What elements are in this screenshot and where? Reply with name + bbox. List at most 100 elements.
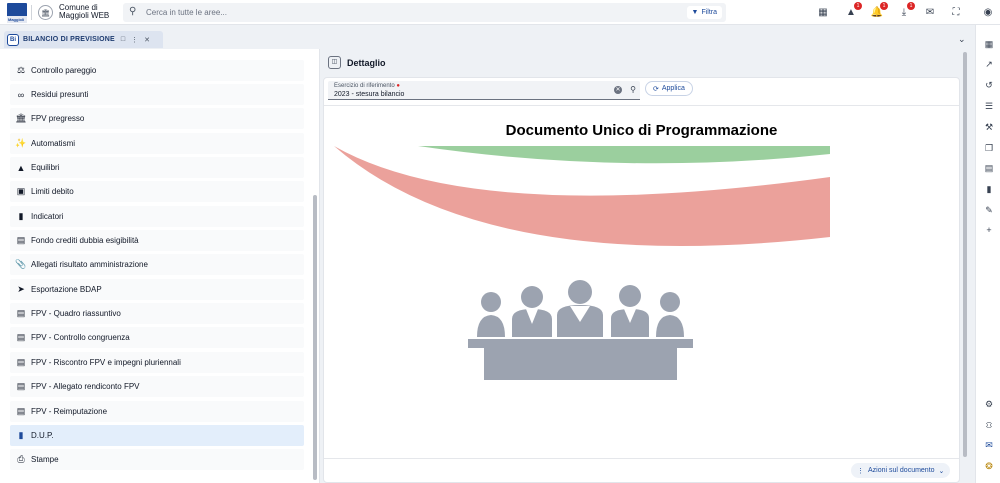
apply-button[interactable]: ⟳ Applica (645, 81, 693, 96)
dashboard-icon[interactable]: ▦ (815, 5, 831, 20)
menu-item-indicatori[interactable]: ▮ Indicatori (10, 206, 304, 227)
books-icon[interactable]: ▦ (982, 37, 996, 51)
menu-item-label: Stampe (31, 455, 59, 464)
module-icon: Bi (7, 33, 19, 46)
card-icon: ▤ (16, 235, 26, 245)
notes-icon[interactable]: ▤ (982, 161, 996, 175)
card-icon: ▤ (16, 406, 26, 416)
menu-item-equilibri[interactable]: ▲ Equilibri (10, 157, 304, 178)
document-actions-label: Azioni sul documento (868, 467, 935, 474)
trend-icon[interactable]: ↗ (982, 57, 996, 71)
menu-item-fpv-allegato[interactable]: ▤ FPV - Allegato rendiconto FPV (10, 376, 304, 397)
warning-icon[interactable]: ▲ 1 (843, 2, 862, 20)
divider (324, 105, 959, 106)
panel-toggle-icon[interactable]: ◫ (328, 56, 341, 69)
mail-icon[interactable]: ✉ (922, 5, 938, 20)
sidebar-menu: ⚖ Controllo pareggio ∞ Residui presunti 🏛 F… (0, 49, 320, 483)
menu-item-label: FPV pregresso (31, 114, 85, 123)
pin-icon[interactable]: □ (121, 36, 125, 43)
sidebar-scrollbar[interactable] (313, 195, 317, 480)
municipality-name[interactable]: Comune di Maggioli WEB (59, 4, 109, 20)
apply-label: Applica (661, 85, 685, 92)
global-search[interactable]: ⚲ Cerca in tutte le aree... ▼ Filtra (123, 3, 726, 22)
menu-item-fpv-pregresso[interactable]: 🏛 FPV pregresso (10, 108, 304, 129)
municipality-icon[interactable]: 🏛 (38, 5, 53, 20)
menu-item-stampe[interactable]: ⎙ Stampe (10, 449, 304, 470)
filter-icon: ▼ (691, 9, 699, 16)
document-title: Documento Unico di Programmazione (505, 122, 778, 139)
card-icon: ▤ (16, 308, 26, 318)
logo-text: Maggioli (8, 17, 25, 22)
menu-item-label: FPV - Quadro riassuntivo (31, 309, 121, 318)
gear-icon[interactable]: ⚙ (982, 397, 996, 411)
history-icon[interactable]: ↺ (982, 78, 996, 92)
divider (324, 458, 959, 459)
magic-wand-icon: ✨ (15, 138, 27, 148)
detail-panel: ◫ Dettaglio Esercizio di riferimento ● 2… (321, 49, 971, 483)
chevron-down-icon[interactable]: ⌄ (958, 34, 966, 45)
esercizio-label: Esercizio di riferimento ● (334, 83, 400, 89)
scale-icon: ⚖ (16, 65, 26, 75)
accessibility-icon[interactable]: ⛻ (982, 418, 996, 432)
menu-item-controllo-pareggio[interactable]: ⚖ Controllo pareggio (10, 60, 304, 81)
bell-icon[interactable]: 🔔 1 (869, 2, 888, 20)
menu-item-dup[interactable]: ▮ D.U.P. (10, 425, 304, 446)
paperclip-icon: 📎 (15, 259, 27, 269)
esercizio-field[interactable]: Esercizio di riferimento ● 2023 - stesur… (328, 81, 640, 100)
support-icon[interactable]: ❂ (982, 459, 996, 473)
clear-icon[interactable]: ✕ (614, 86, 622, 94)
menu-item-label: D.U.P. (31, 431, 54, 440)
card-icon: ▤ (16, 357, 26, 367)
link-icon: ∞ (17, 89, 25, 100)
tools-icon[interactable]: ⚒ (982, 120, 996, 134)
fullscreen-icon[interactable]: ⛶ (948, 5, 964, 20)
menu-item-esportazione-bdap[interactable]: ➤ Esportazione BDAP (10, 279, 304, 300)
menu-item-label: Residui presunti (31, 90, 89, 99)
menu-item-fpv-controllo[interactable]: ▤ FPV - Controllo congruenza (10, 327, 304, 348)
flag-green-band (418, 146, 830, 164)
menu-item-label: FPV - Allegato rendiconto FPV (31, 382, 140, 391)
maggioli-logo[interactable]: Maggioli (7, 3, 27, 23)
tab-bilancio-di-previsione[interactable]: Bi BILANCIO DI PREVISIONE □ ⋮ ✕ (4, 31, 163, 48)
user-icon[interactable]: ◉ (980, 5, 996, 20)
doc-add-icon[interactable]: ▮ (982, 182, 996, 196)
copy-icon[interactable]: ❐ (982, 141, 996, 155)
menu-item-fpv-riscontro[interactable]: ▤ FPV - Riscontro FPV e impegni plurienna… (10, 352, 304, 373)
search-icon[interactable]: ⚲ (630, 85, 636, 94)
shapes-icon: ▲ (16, 162, 26, 173)
document-icon: ▮ (18, 211, 24, 221)
menu-item-allegati-risultato[interactable]: 📎 Allegati risultato amministrazione (10, 254, 304, 275)
menu-item-residui-presunti[interactable]: ∞ Residui presunti (10, 84, 304, 105)
menu-item-label: Allegati risultato amministrazione (31, 260, 148, 269)
menu-item-automatismi[interactable]: ✨ Automatismi (10, 133, 304, 154)
document-icon: ▮ (18, 430, 24, 440)
plus-icon[interactable]: + (982, 223, 996, 237)
list-icon[interactable]: ☰ (982, 99, 996, 113)
bank-icon: 🏛 (15, 113, 27, 123)
search-icon: ⚲ (129, 6, 137, 17)
menu-item-label: Controllo pareggio (31, 66, 97, 75)
send-icon: ➤ (17, 284, 25, 294)
download-badge: 1 (907, 2, 915, 10)
menu-item-fondo-crediti[interactable]: ▤ Fondo crediti dubbia esigibilità (10, 230, 304, 251)
divider (31, 5, 32, 20)
menu-item-fpv-quadro[interactable]: ▤ FPV - Quadro riassuntivo (10, 303, 304, 324)
document-actions-button[interactable]: ⋮ Azioni sul documento ⌄ (851, 463, 951, 478)
more-icon[interactable]: ⋮ (131, 36, 138, 44)
menu-item-limiti-debito[interactable]: ▣ Limiti debito (10, 181, 304, 202)
chat-icon[interactable]: ✉ (982, 438, 996, 452)
edit-doc-icon[interactable]: ✎ (982, 203, 996, 217)
download-icon[interactable]: ⤓ 1 (896, 2, 915, 20)
right-toolbar: ▦ ↗ ↺ ☰ ⚒ ❐ ▤ ▮ ✎ + ⚙ ⛻ ✉ ❂ (975, 25, 1000, 483)
detail-scrollbar[interactable] (963, 52, 967, 457)
chevron-down-icon: ⌄ (938, 467, 945, 475)
esercizio-label-text: Esercizio di riferimento (334, 83, 395, 89)
money-icon: ▣ (16, 186, 26, 196)
esercizio-value: 2023 - stesura bilancio (334, 91, 405, 98)
detail-header: ◫ Dettaglio (321, 49, 971, 75)
search-input[interactable]: Cerca in tutte le aree... (146, 8, 227, 17)
filter-button[interactable]: ▼ Filtra (686, 6, 722, 19)
menu-item-fpv-reimputazione[interactable]: ▤ FPV - Reimputazione (10, 401, 304, 422)
close-icon[interactable]: ✕ (144, 36, 150, 44)
filter-label: Filtra (701, 9, 717, 16)
